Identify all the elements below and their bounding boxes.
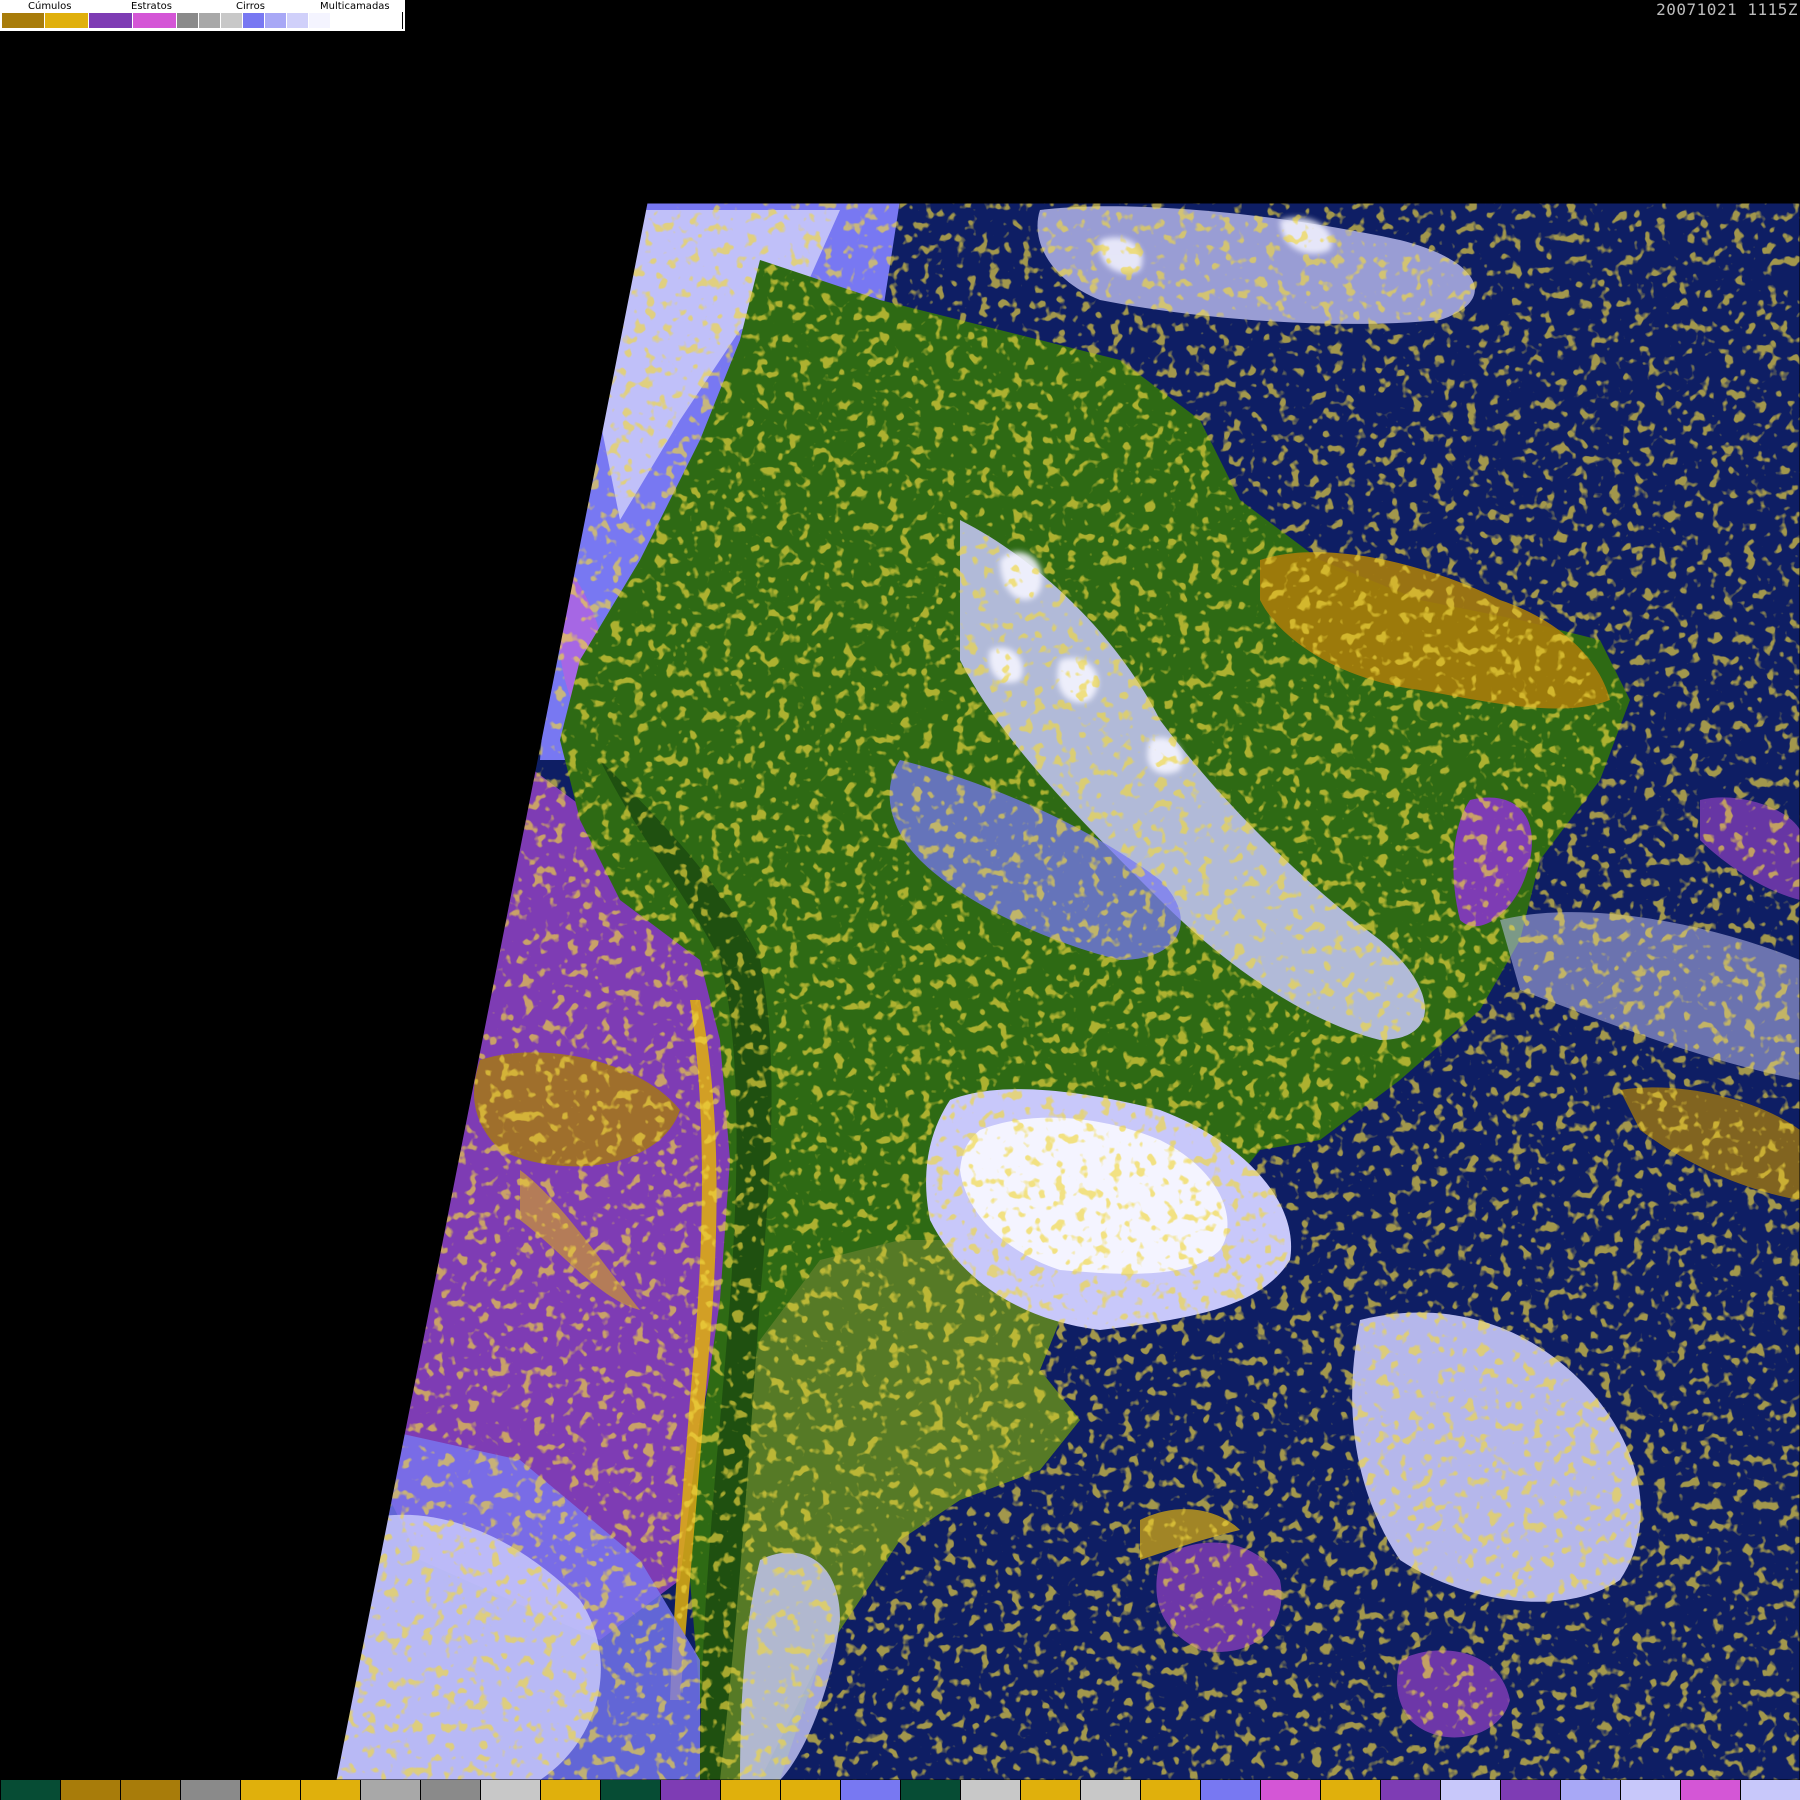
strip-cell	[720, 1780, 780, 1800]
satellite-disk	[336, 203, 1800, 1780]
legend-swatch	[133, 13, 177, 28]
strip-cell	[540, 1780, 600, 1800]
cloud-type-legend: Cúmulos Estratos Cirros Multicamadas	[0, 0, 405, 31]
strip-cell	[900, 1780, 960, 1800]
legend-swatch	[287, 13, 309, 28]
legend-label-cirrus: Cirros	[236, 1, 265, 12]
scattered-cumulus-texture	[336, 203, 1800, 1780]
strip-cell	[1680, 1780, 1740, 1800]
strip-cell	[1380, 1780, 1440, 1800]
strip-cell	[1320, 1780, 1380, 1800]
legend-swatches	[2, 13, 331, 28]
strip-cell	[60, 1780, 120, 1800]
legend-label-stratus: Estratos	[131, 1, 172, 12]
strip-cell	[1200, 1780, 1260, 1800]
satellite-cloud-map	[335, 202, 1800, 1780]
image-timestamp: 20071021 1115Z	[1656, 0, 1798, 19]
strip-cell	[1500, 1780, 1560, 1800]
strip-cell	[120, 1780, 180, 1800]
strip-cell	[660, 1780, 720, 1800]
legend-label-cumulus: Cúmulos	[28, 1, 72, 12]
strip-cell	[1080, 1780, 1140, 1800]
legend-end-marker	[402, 12, 403, 29]
strip-cell	[480, 1780, 540, 1800]
legend-swatch	[177, 13, 199, 28]
legend-swatch	[221, 13, 243, 28]
legend-swatch	[243, 13, 265, 28]
legend-label-multilayer: Multicamadas	[320, 1, 390, 12]
legend-swatch	[199, 13, 221, 28]
strip-cell	[240, 1780, 300, 1800]
strip-cell	[600, 1780, 660, 1800]
legend-swatch	[309, 13, 331, 28]
strip-cell	[1740, 1780, 1800, 1800]
legend-swatch	[2, 13, 45, 28]
legend-swatch	[265, 13, 287, 28]
strip-cell	[180, 1780, 240, 1800]
strip-cell	[960, 1780, 1020, 1800]
strip-cell	[1620, 1780, 1680, 1800]
strip-cell	[0, 1780, 60, 1800]
strip-cell	[840, 1780, 900, 1800]
strip-cell	[360, 1780, 420, 1800]
strip-cell	[1020, 1780, 1080, 1800]
strip-cell	[1260, 1780, 1320, 1800]
strip-cell	[1140, 1780, 1200, 1800]
strip-cell	[780, 1780, 840, 1800]
legend-swatch	[89, 13, 133, 28]
strip-cell	[300, 1780, 360, 1800]
strip-cell	[420, 1780, 480, 1800]
legend-swatch	[45, 13, 89, 28]
bottom-color-strip	[0, 1780, 1800, 1800]
strip-cell	[1560, 1780, 1620, 1800]
strip-cell	[1440, 1780, 1500, 1800]
